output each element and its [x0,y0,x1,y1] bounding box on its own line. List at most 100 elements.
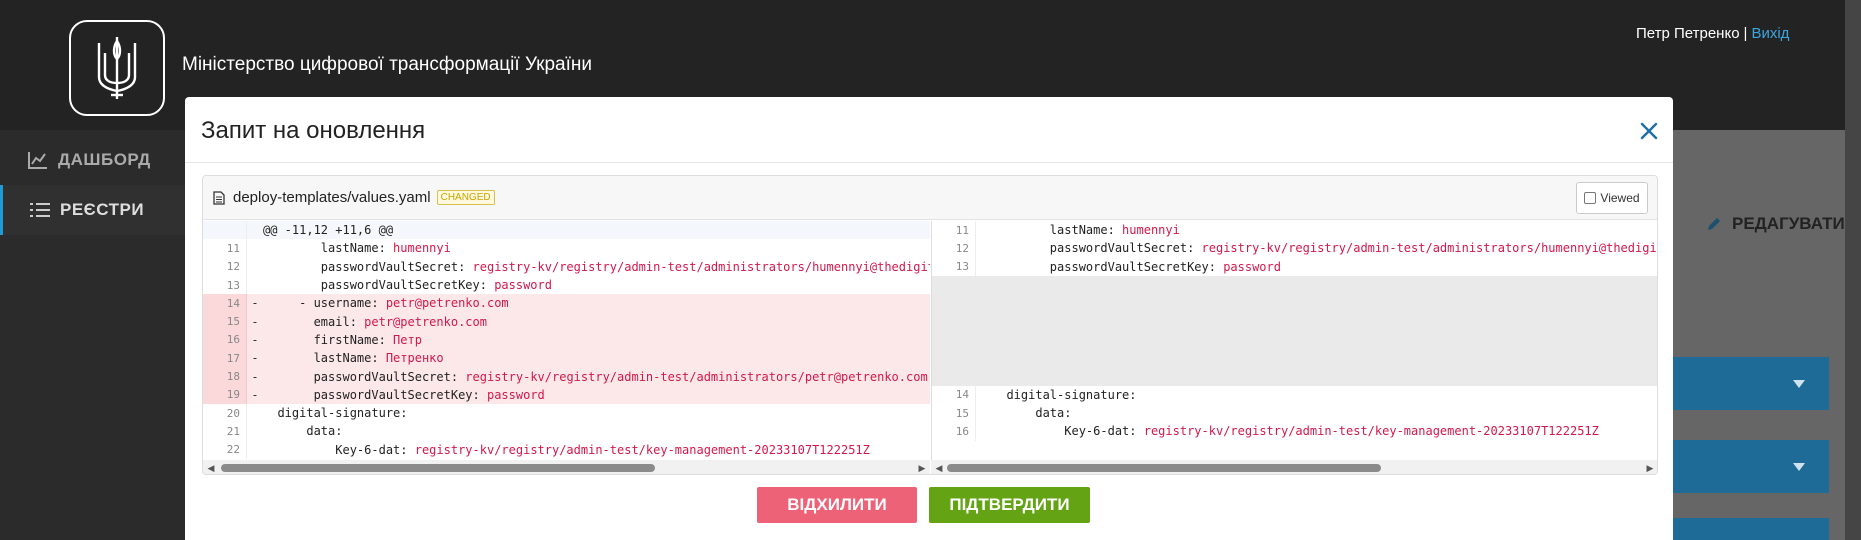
diff-marker: - [251,296,259,311]
empty-line [932,367,1657,386]
scroll-track[interactable] [219,463,914,473]
diff-line: 13 passwordVaultSecretKey: password [203,275,930,295]
code-value: password [486,387,545,402]
modal-header: Запит на оновлення [185,97,1673,163]
collapsed-section-1[interactable] [1672,357,1829,410]
line-number: 16 [932,422,976,441]
diff-line: 14 digital-signature: [932,385,1657,404]
line-number: 15 [932,403,976,423]
deleted-line: 17- lastName: Петренко [203,349,930,368]
code-key: passwordVaultSecret: [263,259,473,274]
code-value: password [494,278,552,293]
line-number: 20 [203,403,247,423]
line-number: 12 [203,257,247,276]
sidebar-item-dashboard[interactable]: ДАШБОРД [0,135,186,185]
trident-logo[interactable] [69,20,165,116]
viewed-checkbox[interactable]: Viewed [1576,182,1648,214]
code-key: passwordVaultSecret: [263,369,466,384]
code-key: digital-signature: [992,387,1137,402]
diff-line: 21 data: [203,422,930,441]
reject-button[interactable]: ВІДХИЛИТИ [757,487,917,523]
file-diff: deploy-templates/values.yaml CHANGED Vie… [202,175,1658,475]
horizontal-scrollbar-new[interactable]: ◀ ▶ [931,460,1657,474]
deleted-line: 15- email: petr@petrenko.com [203,312,930,331]
scroll-thumb[interactable] [947,464,1381,472]
diff-marker: - [251,351,259,366]
empty-line [932,275,1657,295]
scroll-thumb[interactable] [221,464,655,472]
code-value: Петр [393,332,422,347]
code-value: registry-kv/registry/admin-test/administ… [472,259,930,274]
scroll-left-arrow-icon[interactable]: ◀ [203,463,219,474]
code-value: registry-kv/registry/admin-test/key-mana… [1143,424,1599,439]
line-number: 15 [203,312,247,331]
line-number [932,294,976,313]
diff-marker: - [251,332,259,347]
user-box: Петр Петренко | Вихід [1636,25,1789,42]
horizontal-scrollbar-old[interactable]: ◀ ▶ [203,460,930,474]
line-number: 11 [932,221,976,240]
collapsed-section-3[interactable] [1672,518,1829,540]
code-value: password [1223,259,1281,274]
sidebar-item-label: ДАШБОРД [58,150,151,169]
checkbox-box[interactable] [1584,192,1597,204]
confirm-button[interactable]: ПІДТВЕРДИТИ [929,487,1090,523]
sidebar-item-label: РЕЄСТРИ [60,200,145,219]
code-key: passwordVaultSecretKey: [263,278,495,293]
line-number [932,312,976,331]
hunk-header: @@ -11,12 +11,6 @@ [203,221,930,240]
separator: | [1743,25,1748,42]
empty-line [932,312,1657,331]
logout-link[interactable]: Вихід [1751,25,1789,42]
diff-line: 12 passwordVaultSecret: registry-kv/regi… [932,239,1657,258]
close-button[interactable] [1637,119,1661,143]
code-key: Key-6-dat: [263,442,415,457]
modal-title: Запит на оновлення [201,117,426,144]
changed-badge: CHANGED [436,190,495,205]
code-key: @@ -11,12 +11,6 @@ [263,223,394,238]
sidebar: ДАШБОРД РЕЄСТРИ [0,130,186,540]
file-name: deploy-templates/values.yaml [233,189,431,206]
code-key: passwordVaultSecretKey: [992,259,1224,274]
line-number: 11 [203,239,247,258]
line-number [932,349,976,368]
diff-line: 16 Key-6-dat: registry-kv/registry/admin… [932,422,1657,441]
edit-label: РЕДАГУВАТИ [1732,214,1845,233]
sidebar-item-registries[interactable]: РЕЄСТРИ [0,185,186,235]
line-number: 12 [932,239,976,258]
edit-button[interactable]: РЕДАГУВАТИ [1706,214,1845,234]
list-icon [30,203,50,217]
user-name: Петр Петренко [1636,25,1740,42]
page-scrollbar[interactable] [1845,0,1861,540]
scroll-right-arrow-icon[interactable]: ▶ [914,463,930,474]
diff-line: 13 passwordVaultSecretKey: password [932,257,1657,276]
organization-title: Міністерство цифрової трансформації Укра… [182,54,593,75]
line-number: 22 [203,440,247,459]
scroll-left-arrow-icon[interactable]: ◀ [931,463,947,474]
code-value: petr@petrenko.com [364,314,487,329]
chevron-down-icon [1793,379,1805,388]
diff-line: 22 Key-6-dat: registry-kv/registry/admin… [203,440,930,459]
code-key: data: [992,406,1072,421]
scroll-track[interactable] [947,463,1642,473]
line-number [932,275,976,295]
code-key: passwordVaultSecret: [992,241,1202,256]
code-key: Key-6-dat: [992,424,1144,439]
diff-pane-old: @@ -11,12 +11,6 @@ 11 lastName: humennyi 1… [203,221,930,460]
code-key: email: [263,314,365,329]
diff-line: 12 passwordVaultSecret: registry-kv/regi… [203,257,930,276]
deleted-line: 14- - username: petr@petrenko.com [203,294,930,313]
code-value: Петренко [385,351,444,366]
code-key: firstName: [263,332,394,347]
file-icon [213,190,225,205]
trident-icon [97,37,137,99]
line-number [203,221,247,240]
line-number: 13 [203,275,247,295]
collapsed-section-2[interactable] [1672,440,1829,493]
line-number: 16 [203,330,247,350]
diff-line: 20 digital-signature: [203,403,930,423]
diff-marker: - [251,387,259,402]
scroll-right-arrow-icon[interactable]: ▶ [1642,463,1657,474]
line-number: 13 [932,257,976,276]
diff-marker: - [251,314,259,329]
